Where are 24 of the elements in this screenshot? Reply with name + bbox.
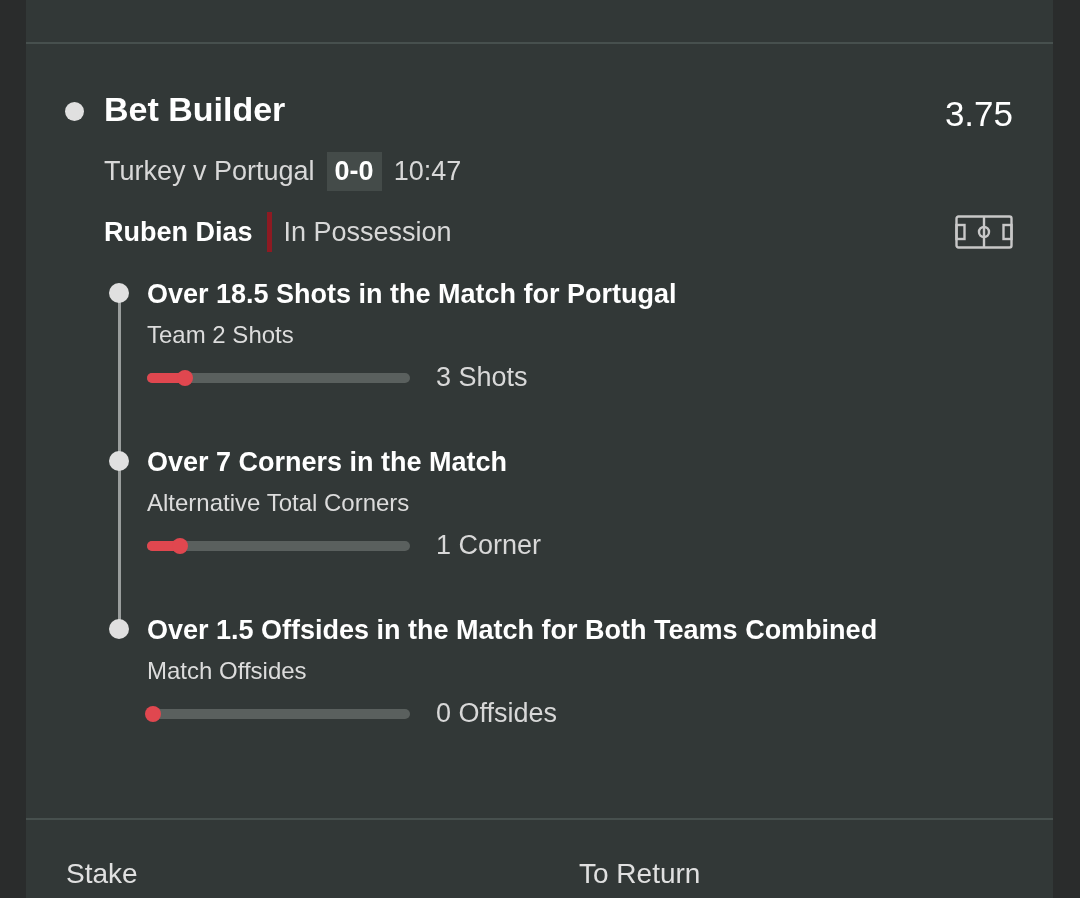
leg-bullet-icon bbox=[109, 283, 129, 303]
leg-title: Over 1.5 Offsides in the Match for Both Teams Combined bbox=[147, 614, 879, 647]
match-clock: 10:47 bbox=[393, 155, 462, 187]
match-name: Turkey v Portugal bbox=[104, 155, 315, 187]
bet-title: Bet Builder bbox=[104, 90, 286, 129]
leg-market: Team 2 Shots bbox=[147, 320, 295, 350]
leg-title: Over 18.5 Shots in the Match for Portugal bbox=[147, 278, 678, 311]
bullet-icon bbox=[65, 102, 84, 121]
player-name: Ruben Dias bbox=[104, 216, 253, 248]
stake-label: Stake bbox=[66, 858, 139, 890]
possession-marker bbox=[266, 212, 272, 252]
pitch-icon[interactable] bbox=[955, 215, 1013, 249]
possession-status: In Possession bbox=[283, 216, 452, 248]
progress-reading: 1 Corner bbox=[436, 530, 542, 561]
leg-bullet-icon bbox=[109, 451, 129, 471]
leg-bullet-icon bbox=[109, 619, 129, 639]
leg-market: Alternative Total Corners bbox=[147, 488, 411, 518]
leg-market: Match Offsides bbox=[147, 656, 308, 686]
return-label: To Return bbox=[579, 858, 701, 890]
odds: 3.75 bbox=[944, 94, 1013, 134]
progress-reading: 0 Offsides bbox=[436, 698, 558, 729]
progress-reading: 3 Shots bbox=[436, 362, 528, 393]
leg-title: Over 7 Corners in the Match bbox=[147, 446, 509, 479]
score-badge: 0-0 bbox=[326, 151, 382, 191]
